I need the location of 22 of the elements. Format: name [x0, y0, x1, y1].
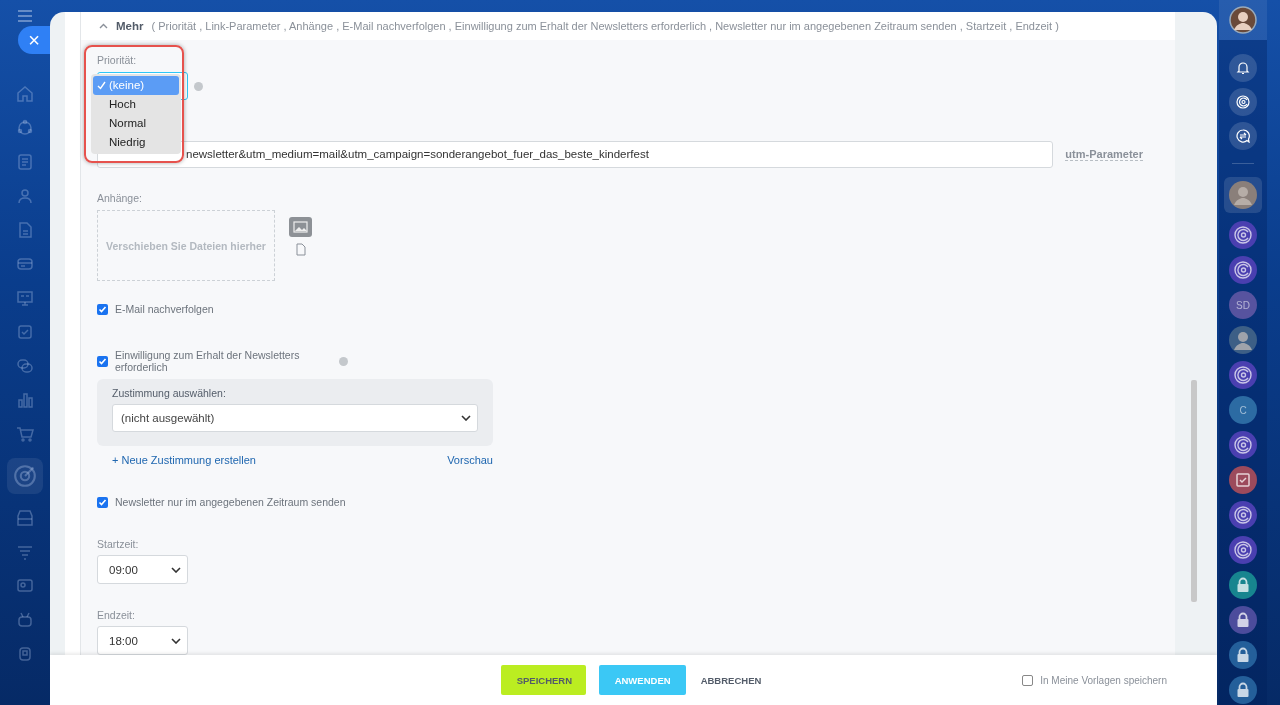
menu-option[interactable]: Normal	[93, 114, 179, 133]
cancel-button[interactable]: ABBRECHEN	[698, 665, 764, 695]
save-button[interactable]: SPEICHERN	[500, 665, 586, 695]
field-label: Endzeit:	[97, 609, 136, 621]
checkbox-label: Einwilligung zum Erhalt der Newsletters erforderlich	[115, 349, 301, 373]
field-label: Zustimmung auswählen:	[112, 387, 227, 399]
checkbox-label: E-Mail nachverfolgen	[115, 303, 214, 315]
field-label: Startzeit:	[97, 538, 140, 550]
time-select[interactable]: 18:00	[97, 626, 188, 655]
time-select[interactable]: 09:00	[97, 555, 188, 584]
chat-initials[interactable]: SD	[1229, 291, 1257, 319]
checkbox-label: Newsletter nur im angegebenen Zeitraum senden	[115, 496, 346, 508]
preview-link[interactable]: Vorschau	[447, 454, 493, 466]
field-label: Anhänge:	[97, 192, 143, 204]
field-label: Priorität:	[97, 54, 138, 66]
close-button[interactable]: ×	[18, 26, 50, 54]
menu-option[interactable]: Hoch	[93, 95, 179, 114]
create-consent-link[interactable]: + Neue Zustimmung erstellen	[112, 454, 256, 466]
more-toggle[interactable]: Mehr	[116, 20, 144, 32]
checkbox-label: In Meine Vorlagen speichern	[1040, 674, 1167, 686]
more-summary: ( Priorität , Link-Parameter , Anhänge , E-Mail nachverfolgen , Einwilligung zum Erhalt der Newsletters erforderlich , Newsletter nur im angegebenen Zeitraum senden , Startzeit , Endzeit )	[151, 20, 1059, 32]
consent-select[interactable]: (nicht ausgewählt)	[112, 404, 478, 432]
